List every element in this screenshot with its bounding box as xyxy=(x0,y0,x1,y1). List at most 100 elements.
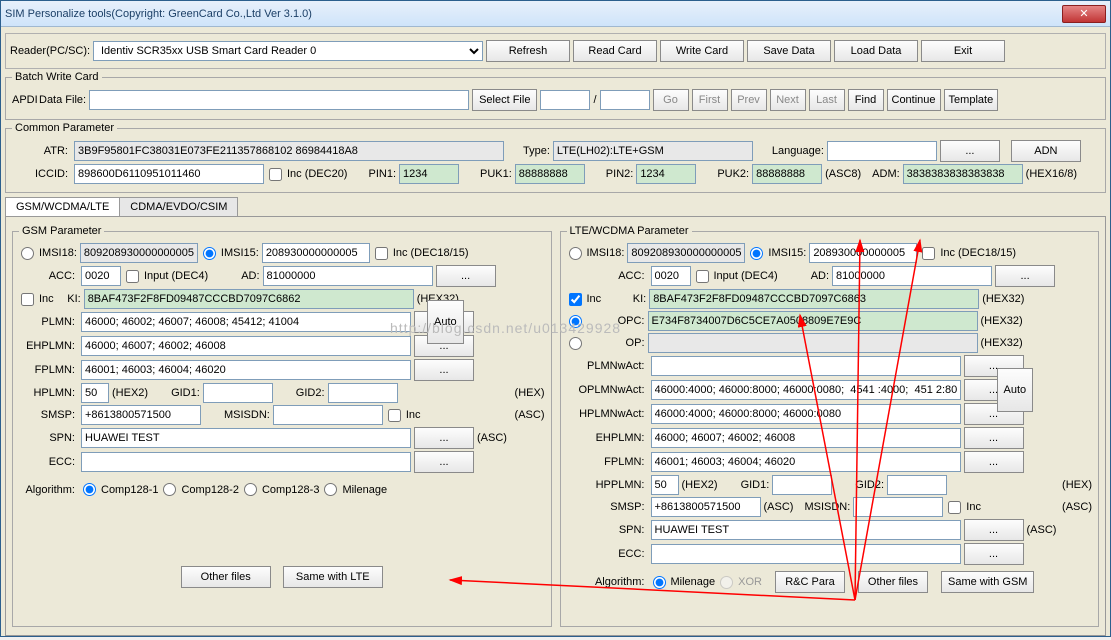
gsm-acc-input-checkbox[interactable] xyxy=(126,270,139,283)
load-data-button[interactable]: Load Data xyxy=(834,40,918,62)
tab-cdma[interactable]: CDMA/EVDO/CSIM xyxy=(119,197,238,216)
lte-acc-input-checkbox[interactable] xyxy=(696,270,709,283)
lte-oplmnwact-input[interactable] xyxy=(651,380,961,400)
pin1-input[interactable] xyxy=(399,164,459,184)
batch-num2-input[interactable] xyxy=(600,90,650,110)
close-icon[interactable]: ✕ xyxy=(1062,5,1106,23)
lte-imsi15-radio[interactable] xyxy=(750,247,763,260)
gsm-smsp-input[interactable] xyxy=(81,405,201,425)
iccid-input[interactable] xyxy=(74,164,264,184)
reader-select[interactable]: Identiv SCR35xx USB Smart Card Reader 0 xyxy=(93,41,483,61)
puk2-input[interactable] xyxy=(752,164,822,184)
lte-imsi15-input[interactable] xyxy=(809,243,917,263)
gsm-fplmn-input[interactable] xyxy=(81,360,411,380)
gsm-imsi15-input[interactable] xyxy=(262,243,370,263)
datafile-input[interactable] xyxy=(89,90,469,110)
save-data-button[interactable]: Save Data xyxy=(747,40,831,62)
lte-hpplmn-input[interactable] xyxy=(651,475,679,495)
lte-acc-input[interactable] xyxy=(651,266,691,286)
gsm-msisdn-inc-checkbox[interactable] xyxy=(388,409,401,422)
adm-input[interactable] xyxy=(903,164,1023,184)
type-input[interactable] xyxy=(553,141,753,161)
select-file-button[interactable]: Select File xyxy=(472,89,537,111)
lte-ad-input[interactable] xyxy=(832,266,992,286)
next-button[interactable]: Next xyxy=(770,89,806,111)
gsm-auto-button[interactable]: Auto xyxy=(427,300,464,344)
gsm-acc-input[interactable] xyxy=(81,266,121,286)
adn-button[interactable]: ADN xyxy=(1011,140,1081,162)
lte-ki-inc-checkbox[interactable] xyxy=(569,293,582,306)
lte-opc-input[interactable] xyxy=(648,311,978,331)
gsm-plmn-input[interactable] xyxy=(81,312,411,332)
lte-plmnwact-input[interactable] xyxy=(651,356,961,376)
gsm-algo-c1282-radio[interactable] xyxy=(163,483,176,496)
lte-imsi18-radio[interactable] xyxy=(569,247,582,260)
prev-button[interactable]: Prev xyxy=(731,89,767,111)
lte-ehplmn-input[interactable] xyxy=(651,428,961,448)
gsm-imsi15-radio[interactable] xyxy=(203,247,216,260)
gsm-ki-input[interactable] xyxy=(84,289,414,309)
lte-fplmn-input[interactable] xyxy=(651,452,961,472)
lte-gid2-input[interactable] xyxy=(887,475,947,495)
exit-button[interactable]: Exit xyxy=(921,40,1005,62)
lte-gid1-input[interactable] xyxy=(772,475,832,495)
lte-smsp-input[interactable] xyxy=(651,497,761,517)
lte-msisdn-input[interactable] xyxy=(853,497,943,517)
find-button[interactable]: Find xyxy=(848,89,884,111)
gsm-imsi18-input[interactable] xyxy=(80,243,198,263)
atr-input[interactable] xyxy=(74,141,504,161)
language-browse-button[interactable]: ... xyxy=(940,140,1000,162)
lte-ecc-input[interactable] xyxy=(651,544,961,564)
gsm-ehplmn-input[interactable] xyxy=(81,336,411,356)
gsm-same-with-lte-button[interactable]: Same with LTE xyxy=(283,566,383,588)
gsm-msisdn-input[interactable] xyxy=(273,405,383,425)
gsm-imsi18-radio[interactable] xyxy=(21,247,34,260)
lte-other-files-button[interactable]: Other files xyxy=(858,571,928,593)
pin2-input[interactable] xyxy=(636,164,696,184)
lte-spn-input[interactable] xyxy=(651,520,961,540)
last-button[interactable]: Last xyxy=(809,89,845,111)
lte-msisdn-inc-checkbox[interactable] xyxy=(948,501,961,514)
iccid-inc-checkbox[interactable] xyxy=(269,168,282,181)
lte-same-with-gsm-button[interactable]: Same with GSM xyxy=(941,571,1034,593)
gsm-fplmn-browse-button[interactable]: ... xyxy=(414,359,474,381)
template-button[interactable]: Template xyxy=(944,89,999,111)
lte-op-input[interactable] xyxy=(648,333,978,353)
gsm-spn-input[interactable] xyxy=(81,428,411,448)
lte-ecc-browse-button[interactable]: ... xyxy=(964,543,1024,565)
gsm-ki-inc-checkbox[interactable] xyxy=(21,293,34,306)
gsm-ad-browse-button[interactable]: ... xyxy=(436,265,496,287)
lte-ki-input[interactable] xyxy=(649,289,979,309)
go-button[interactable]: Go xyxy=(653,89,689,111)
gsm-algo-c1281-radio[interactable] xyxy=(83,483,96,496)
gsm-gid2-input[interactable] xyxy=(328,383,398,403)
language-input[interactable] xyxy=(827,141,937,161)
gsm-algo-c1283-radio[interactable] xyxy=(244,483,257,496)
puk1-input[interactable] xyxy=(515,164,585,184)
lte-imsi18-input[interactable] xyxy=(627,243,745,263)
gsm-ecc-input[interactable] xyxy=(81,452,411,472)
gsm-algo-mil-radio[interactable] xyxy=(324,483,337,496)
gsm-gid1-input[interactable] xyxy=(203,383,273,403)
lte-hplmnwact-input[interactable] xyxy=(651,404,961,424)
lte-ehplmn-browse-button[interactable]: ... xyxy=(964,427,1024,449)
lte-fplmn-browse-button[interactable]: ... xyxy=(964,451,1024,473)
write-card-button[interactable]: Write Card xyxy=(660,40,744,62)
lte-op-radio[interactable] xyxy=(569,337,582,350)
gsm-hplmn-input[interactable] xyxy=(81,383,109,403)
gsm-ad-input[interactable] xyxy=(263,266,433,286)
lte-opc-radio[interactable] xyxy=(569,315,582,328)
gsm-other-files-button[interactable]: Other files xyxy=(181,566,271,588)
lte-spn-browse-button[interactable]: ... xyxy=(964,519,1024,541)
tab-gsm[interactable]: GSM/WCDMA/LTE xyxy=(5,197,120,216)
gsm-ecc-browse-button[interactable]: ... xyxy=(414,451,474,473)
continue-button[interactable]: Continue xyxy=(887,89,941,111)
lte-auto-button[interactable]: Auto xyxy=(997,368,1034,412)
gsm-imsi-inc-checkbox[interactable] xyxy=(375,247,388,260)
read-card-button[interactable]: Read Card xyxy=(573,40,657,62)
lte-imsi-inc-checkbox[interactable] xyxy=(922,247,935,260)
first-button[interactable]: First xyxy=(692,89,728,111)
lte-rcpara-button[interactable]: R&C Para xyxy=(775,571,845,593)
refresh-button[interactable]: Refresh xyxy=(486,40,570,62)
batch-num1-input[interactable] xyxy=(540,90,590,110)
